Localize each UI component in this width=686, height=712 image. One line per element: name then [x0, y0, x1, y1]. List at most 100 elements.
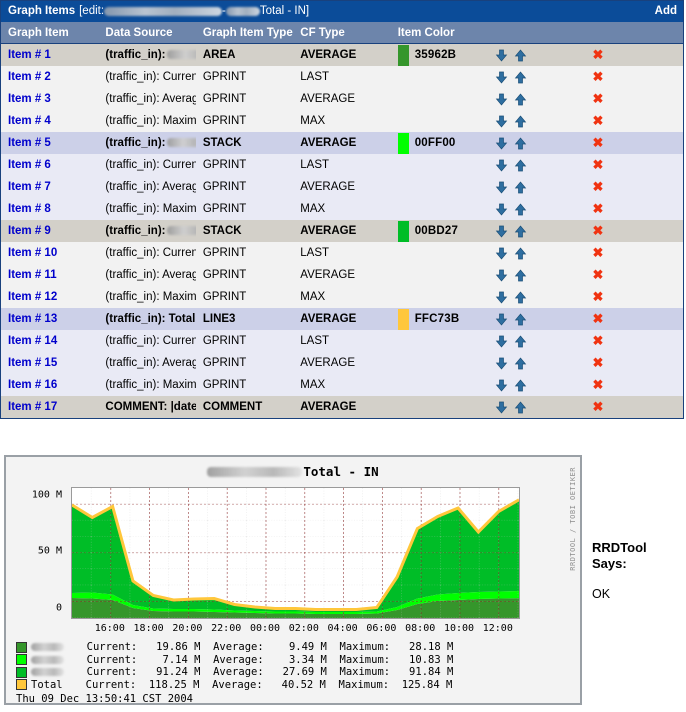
delete-x-icon[interactable]: ✖: [593, 179, 604, 194]
arrow-down-icon[interactable]: [495, 225, 508, 238]
column-header-data-source[interactable]: Data Source: [98, 22, 196, 44]
delete-x-icon[interactable]: ✖: [593, 333, 604, 348]
item-link[interactable]: Item # 7: [8, 181, 51, 193]
arrow-down-icon[interactable]: [495, 379, 508, 392]
arrow-down-icon[interactable]: [495, 115, 508, 128]
arrow-down-icon[interactable]: [495, 401, 508, 414]
arrow-down-icon[interactable]: [495, 313, 508, 326]
delete-x-icon[interactable]: ✖: [593, 377, 604, 392]
delete-x-icon[interactable]: ✖: [593, 289, 604, 304]
x-tick-label: 04:00: [327, 623, 358, 634]
cell-graph-item-type: GPRINT: [195, 352, 294, 374]
cell-cf-type: LAST: [293, 66, 391, 88]
graph-plot-area: [71, 487, 520, 619]
column-header-cf-type[interactable]: CF Type: [293, 22, 391, 44]
delete-x-icon[interactable]: ✖: [593, 47, 604, 62]
cell-graph-item: Item # 14: [1, 330, 99, 352]
redacted-legend-label: [31, 668, 64, 677]
legend-swatch: [16, 679, 27, 691]
arrow-up-icon[interactable]: [514, 334, 527, 348]
arrow-down-icon[interactable]: [495, 357, 508, 370]
item-link[interactable]: Item # 9: [8, 225, 51, 237]
arrow-up-icon[interactable]: [514, 290, 527, 304]
item-link[interactable]: Item # 4: [8, 115, 51, 127]
arrow-down-icon[interactable]: [495, 71, 508, 84]
add-button[interactable]: Add: [655, 1, 677, 22]
arrow-down-icon[interactable]: [495, 335, 508, 348]
arrow-up-icon[interactable]: [514, 136, 527, 150]
item-link[interactable]: Item # 17: [8, 401, 57, 413]
arrow-down-icon[interactable]: [495, 291, 508, 304]
delete-x-icon[interactable]: ✖: [593, 245, 604, 260]
cell-data-source: (traffic_in): Total: [98, 308, 196, 330]
arrow-down-icon[interactable]: [495, 181, 508, 194]
item-link[interactable]: Item # 8: [8, 203, 51, 215]
arrow-down-icon[interactable]: [495, 269, 508, 282]
arrow-up-icon[interactable]: [514, 202, 527, 216]
arrow-down-icon[interactable]: [495, 49, 508, 62]
arrow-up-icon[interactable]: [514, 158, 527, 172]
delete-x-icon[interactable]: ✖: [593, 91, 604, 106]
arrow-up-icon[interactable]: [514, 246, 527, 260]
item-link[interactable]: Item # 11: [8, 269, 57, 281]
arrow-up-icon[interactable]: [514, 312, 527, 326]
arrow-up-icon[interactable]: [514, 356, 527, 370]
delete-x-icon[interactable]: ✖: [593, 311, 604, 326]
item-link[interactable]: Item # 2: [8, 71, 51, 83]
item-link[interactable]: Item # 15: [8, 357, 57, 369]
item-link[interactable]: Item # 12: [8, 291, 57, 303]
cell-actions: [488, 88, 586, 110]
item-link[interactable]: Item # 1: [8, 49, 51, 61]
color-swatch: [397, 132, 409, 154]
cell-graph-item-type: GPRINT: [195, 110, 294, 132]
cell-graph-item-type: GPRINT: [195, 242, 294, 264]
item-link[interactable]: Item # 6: [8, 159, 51, 171]
column-header-graph-item-type[interactable]: Graph Item Type: [195, 22, 294, 44]
item-link[interactable]: Item # 14: [8, 335, 57, 347]
cell-graph-item-type: GPRINT: [195, 66, 294, 88]
redacted-host-name: [104, 7, 223, 16]
arrow-up-icon[interactable]: [514, 92, 527, 106]
graph-timestamp: Thu 09 Dec 13:50:41 CST 2004: [16, 693, 194, 705]
arrow-down-icon[interactable]: [495, 93, 508, 106]
table-row: Item # 8 (traffic_in): Maximum:<HR>GPRINT…: [1, 198, 683, 220]
cell-data-source: (traffic_in): Maximum:<HR>: [98, 286, 196, 308]
item-link[interactable]: Item # 16: [8, 379, 57, 391]
arrow-up-icon[interactable]: [514, 70, 527, 84]
table-row: Item # 12 (traffic_in): Maximum:<HR>GPRIN…: [1, 286, 683, 308]
arrow-up-icon[interactable]: [514, 48, 527, 62]
item-link[interactable]: Item # 5: [8, 137, 51, 149]
cell-actions: [488, 176, 586, 198]
arrow-up-icon[interactable]: [514, 180, 527, 194]
cell-actions: [488, 110, 586, 132]
cell-actions: [488, 330, 586, 352]
delete-x-icon[interactable]: ✖: [593, 69, 604, 84]
delete-x-icon[interactable]: ✖: [593, 201, 604, 216]
arrow-up-icon[interactable]: [514, 400, 527, 414]
item-link[interactable]: Item # 13: [8, 313, 57, 325]
panel-title-suffix: Total - IN]: [259, 5, 310, 17]
arrow-up-icon[interactable]: [514, 268, 527, 282]
cell-item-color: [390, 264, 489, 286]
arrow-down-icon[interactable]: [495, 137, 508, 150]
arrow-down-icon[interactable]: [495, 203, 508, 216]
delete-x-icon[interactable]: ✖: [593, 267, 604, 282]
item-link[interactable]: Item # 10: [8, 247, 57, 259]
rrdtool-says-block: RRDTool Says: OK: [592, 540, 684, 602]
delete-x-icon[interactable]: ✖: [593, 113, 604, 128]
delete-x-icon[interactable]: ✖: [593, 135, 604, 150]
item-link[interactable]: Item # 3: [8, 93, 51, 105]
delete-x-icon[interactable]: ✖: [593, 223, 604, 238]
arrow-up-icon[interactable]: [514, 114, 527, 128]
delete-x-icon[interactable]: ✖: [593, 157, 604, 172]
arrow-down-icon[interactable]: [495, 247, 508, 260]
arrow-up-icon[interactable]: [514, 224, 527, 238]
column-header-graph-item[interactable]: Graph Item: [1, 22, 99, 44]
delete-x-icon[interactable]: ✖: [593, 399, 604, 414]
arrow-down-icon[interactable]: [495, 159, 508, 172]
delete-x-icon[interactable]: ✖: [593, 355, 604, 370]
cell-delete: ✖: [585, 220, 683, 242]
column-header-item-color[interactable]: Item Color: [390, 22, 489, 44]
data-source-text: (traffic_in): Average:: [105, 93, 196, 105]
arrow-up-icon[interactable]: [514, 378, 527, 392]
